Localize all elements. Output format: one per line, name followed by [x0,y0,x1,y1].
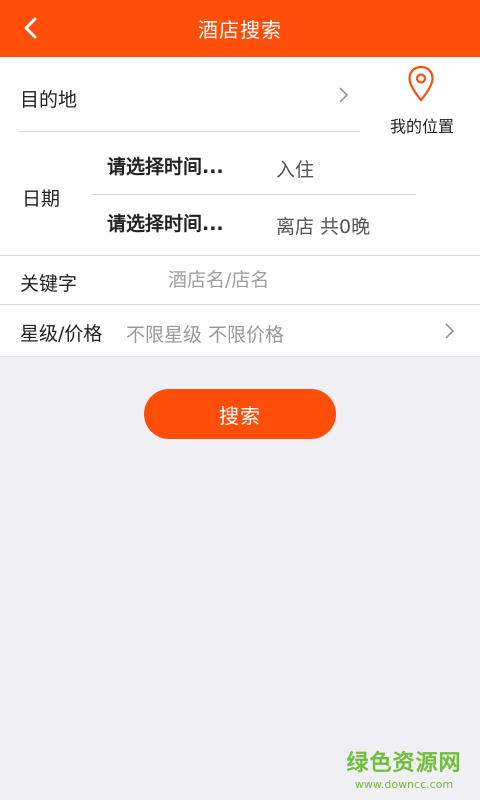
divider [0,255,480,256]
divider [18,131,360,132]
watermark: 绿色资源网 www.downcc.com [344,745,464,791]
search-form: 目的地 我的位置 日期 请选择时间... 入住 请选择时间... 离店 共0晚 … [0,57,480,357]
chevron-left-icon [24,17,37,39]
checkin-date-field[interactable]: 请选择时间... 入住 [90,139,416,197]
watermark-title: 绿色资源网 [346,751,462,776]
keyword-input[interactable] [160,260,460,300]
watermark-url: www.downcc.com [354,778,454,791]
my-location-button[interactable]: 我的位置 [380,63,464,136]
title-bar: 酒店搜索 [0,0,480,57]
star-price-row[interactable]: 星级/价格 不限星级 不限价格 [0,305,480,357]
checkout-label: 离店 共0晚 [276,216,371,238]
star-price-value: 不限星级 不限价格 [126,324,285,346]
back-button[interactable] [10,8,50,48]
search-button[interactable]: 搜索 [144,389,336,439]
divider [0,356,480,357]
checkin-date-value: 请选择时间... [107,156,224,178]
keyword-label: 关键字 [20,273,78,295]
my-location-label: 我的位置 [389,117,454,136]
date-label: 日期 [22,188,61,210]
star-price-label: 星级/价格 [20,323,103,345]
location-pin-icon [408,65,434,102]
destination-label: 目的地 [20,89,78,111]
chevron-right-icon [445,323,455,339]
checkin-label: 入住 [276,159,315,181]
checkout-date-value: 请选择时间... [107,213,224,235]
divider [92,194,416,195]
checkout-date-field[interactable]: 请选择时间... 离店 共0晚 [90,196,416,254]
chevron-right-icon [339,87,349,103]
page-title: 酒店搜索 [198,18,282,42]
